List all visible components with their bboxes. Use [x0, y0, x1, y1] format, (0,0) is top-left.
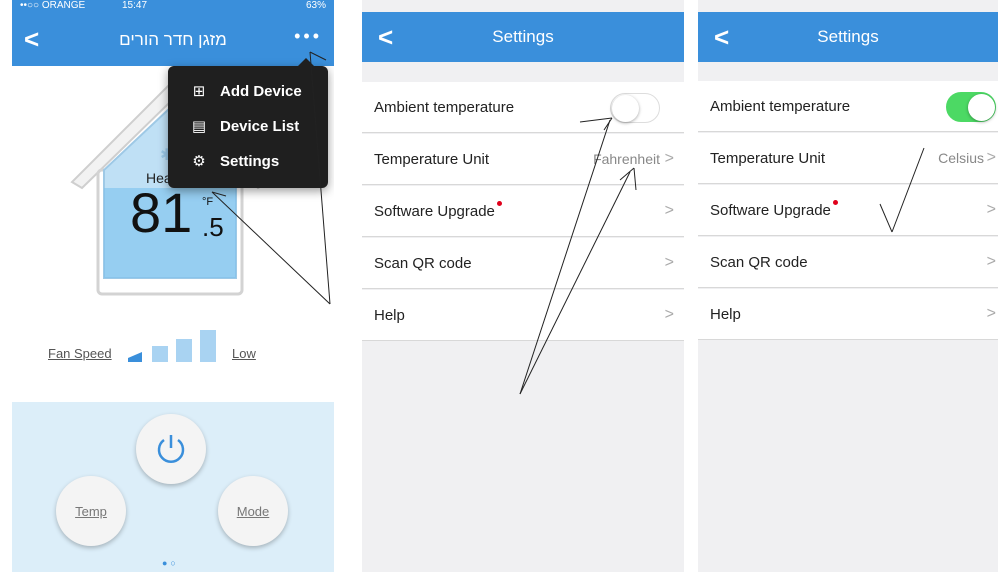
temperature-unit-value: Celsius	[938, 150, 984, 166]
settings-navbar: < Settings	[698, 12, 998, 62]
row-label: Temperature Unit	[374, 150, 490, 168]
chevron-right-icon: >	[986, 305, 996, 322]
row-ambient-temperature: Ambient temperature	[362, 82, 684, 133]
chevron-right-icon: >	[986, 201, 996, 218]
fan-level-label: Low	[232, 346, 256, 361]
row-help[interactable]: Help >	[698, 289, 998, 340]
device-title: מזגן חדר הורים	[119, 30, 227, 49]
page-indicator: ●○	[162, 558, 179, 568]
device-list-icon: ▤	[191, 118, 207, 135]
mode-button[interactable]: Mode	[218, 476, 288, 546]
page-title: Settings	[492, 27, 554, 46]
row-ambient-temperature: Ambient temperature	[698, 81, 998, 132]
row-software-upgrade[interactable]: Software Upgrade >	[698, 185, 998, 236]
row-software-upgrade[interactable]: Software Upgrade >	[362, 186, 684, 237]
row-label: Ambient temperature	[710, 97, 851, 115]
temperature-unit: °F	[202, 196, 214, 208]
row-help[interactable]: Help >	[362, 290, 684, 341]
control-area: Temp Mode ●○	[12, 402, 334, 572]
temperature-decimal: .5	[202, 212, 224, 242]
status-bar: ••○○ ORANGE 15:47 63%	[12, 0, 334, 14]
clock: 15:47	[121, 0, 148, 11]
power-button[interactable]	[136, 414, 206, 484]
menu-item-label: Add Device	[220, 82, 302, 100]
ambient-temperature-toggle[interactable]	[610, 93, 660, 123]
page-title: Settings	[817, 27, 879, 46]
row-label: Ambient temperature	[374, 98, 515, 116]
temperature-unit-value: Fahrenheit	[593, 151, 660, 167]
gear-icon: ⚙	[192, 153, 206, 170]
chevron-right-icon: >	[664, 254, 674, 271]
row-label: Scan QR code	[710, 253, 808, 271]
chevron-right-icon: >	[664, 150, 674, 167]
settings-screen-before: < Settings Ambient temperature Temperatu…	[362, 0, 684, 572]
power-icon	[157, 435, 185, 463]
row-label: Software Upgrade	[374, 202, 495, 220]
dropdown-menu: ⊞ Add Device ▤ Device List ⚙ Settings	[168, 58, 328, 188]
menu-item-device-list[interactable]: ▤ Device List	[168, 109, 328, 143]
row-label: Software Upgrade	[710, 201, 831, 219]
battery-level: 63%	[305, 0, 326, 11]
menu-item-label: Settings	[220, 152, 280, 170]
chevron-right-icon: >	[664, 306, 674, 323]
row-label: Help	[710, 305, 741, 323]
composite-screenshot: ••○○ ORANGE 15:47 63% < מזגן חדר הורים •…	[0, 0, 1000, 572]
row-scan-qr-code[interactable]: Scan QR code >	[698, 237, 998, 288]
chevron-right-icon: >	[664, 202, 674, 219]
thermostat-navbar: < מזגן חדר הורים •••	[12, 14, 334, 66]
fan-speed-label[interactable]: Fan Speed	[48, 346, 112, 361]
row-label: Temperature Unit	[710, 149, 826, 167]
add-device-icon: ⊞	[192, 83, 206, 100]
row-label: Scan QR code	[374, 254, 472, 272]
chevron-right-icon: >	[986, 149, 996, 166]
temp-button[interactable]: Temp	[56, 476, 126, 546]
toggle-knob	[612, 95, 639, 122]
more-dots-icon[interactable]: •••	[294, 26, 322, 47]
row-label: Help	[374, 306, 405, 324]
carrier-label: ••○○ ORANGE	[20, 0, 86, 11]
update-badge-dot	[832, 199, 838, 205]
temperature-integer: 81	[130, 181, 193, 244]
chevron-right-icon: >	[986, 253, 996, 270]
settings-screen-after: < Settings Ambient temperature Temperatu…	[698, 0, 998, 572]
menu-item-add-device[interactable]: ⊞ Add Device	[168, 74, 328, 108]
settings-navbar: < Settings	[362, 12, 684, 62]
menu-item-label: Device List	[220, 117, 300, 135]
toggle-knob	[968, 94, 995, 121]
fan-speed-bars-icon[interactable]	[128, 330, 222, 362]
ambient-temperature-toggle[interactable]	[946, 92, 996, 122]
row-temperature-unit[interactable]: Temperature Unit Celsius >	[698, 133, 998, 184]
thermostat-screen: ••○○ ORANGE 15:47 63% < מזגן חדר הורים •…	[12, 0, 334, 572]
row-scan-qr-code[interactable]: Scan QR code >	[362, 238, 684, 289]
menu-item-settings[interactable]: ⚙ Settings	[168, 144, 328, 178]
row-temperature-unit[interactable]: Temperature Unit Fahrenheit >	[362, 134, 684, 185]
update-badge-dot	[496, 200, 502, 206]
